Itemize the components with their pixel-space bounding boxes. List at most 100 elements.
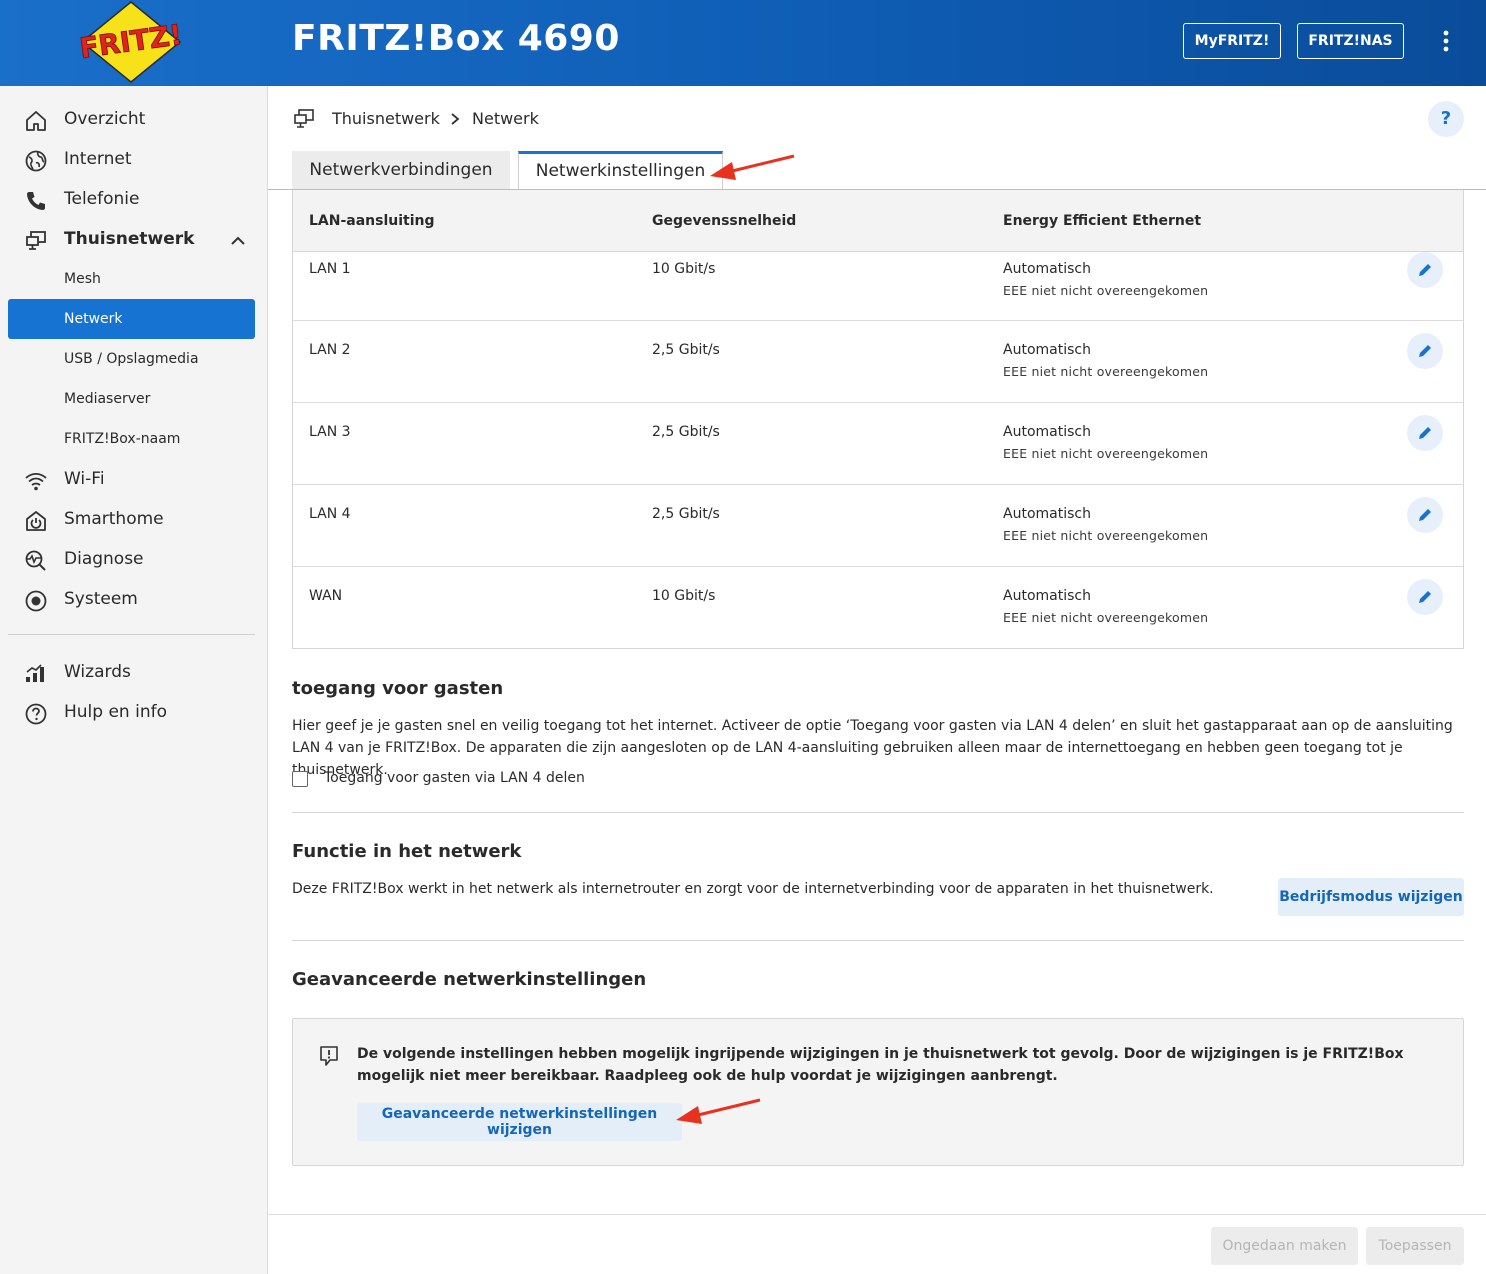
sidebar-item-telefonie[interactable]: Telefonie (0, 179, 268, 219)
eee-status-cell: EEE niet nicht overeengekomen (1003, 528, 1209, 543)
eee-status-cell: EEE niet nicht overeengekomen (1003, 446, 1209, 461)
port-cell: LAN 2 (309, 342, 351, 358)
sidebar-item-label: Thuisnetwerk (64, 229, 195, 249)
pencil-icon (1419, 264, 1431, 276)
column-header: Energy Efficient Ethernet (1003, 213, 1202, 229)
network-icon (26, 231, 46, 250)
table-row: WAN 10 Gbit/s Automatisch EEE niet nicht… (293, 567, 1463, 649)
eee-status-cell: EEE niet nicht overeengekomen (1003, 283, 1209, 298)
sidebar-item-label: Wi-Fi (64, 469, 105, 489)
sidebar-item-label: Telefonie (64, 189, 140, 209)
table-row: LAN 1 10 Gbit/s Automatisch EEE niet nic… (293, 252, 1463, 321)
edit-button[interactable] (1407, 252, 1443, 288)
sidebar-item-hulp[interactable]: Hulp en info (0, 692, 268, 732)
phone-icon (27, 192, 45, 210)
guest-section-title: toegang voor gasten (292, 678, 504, 699)
more-menu-icon[interactable] (1434, 28, 1458, 54)
tab-netwerkverbindingen[interactable]: Netwerkverbindingen (292, 151, 510, 189)
eee-status-cell: EEE niet nicht overeengekomen (1003, 610, 1209, 625)
column-header: Gegevenssnelheid (652, 213, 797, 229)
sidebar-item-systeem[interactable]: Systeem (0, 579, 268, 619)
chevron-right-icon (451, 113, 460, 125)
sidebar-item-label: Wizards (64, 662, 131, 682)
sidebar-item-overzicht[interactable]: Overzicht (0, 99, 268, 139)
sidebar: Overzicht Internet Telefonie Thuisnetwer… (0, 86, 268, 1274)
section-divider (292, 940, 1464, 941)
table-row: LAN 3 2,5 Gbit/s Automatisch EEE niet ni… (293, 403, 1463, 485)
sidebar-subitem-label: USB / Opslagmedia (64, 351, 199, 367)
change-mode-button[interactable]: Bedrijfsmodus wijzigen (1278, 878, 1464, 916)
sidebar-item-label: Systeem (64, 589, 138, 609)
sidebar-subitem-usb[interactable]: USB / Opslagmedia (8, 339, 255, 379)
sidebar-subitem-netwerk[interactable]: Netwerk (8, 299, 255, 339)
port-cell: WAN (309, 588, 343, 604)
lan-table: LAN-aansluiting Gegevenssnelheid Energy … (292, 190, 1464, 649)
sidebar-item-label: Smarthome (64, 509, 164, 529)
sidebar-item-label: Overzicht (64, 109, 146, 129)
pencil-icon (1419, 427, 1431, 439)
sidebar-subitem-label: Netwerk (64, 311, 123, 327)
speed-cell: 2,5 Gbit/s (652, 506, 720, 522)
edit-button[interactable] (1407, 579, 1443, 615)
table-row: LAN 2 2,5 Gbit/s Automatisch EEE niet ni… (293, 321, 1463, 403)
tab-netwerkinstellingen[interactable]: Netwerkinstellingen (518, 151, 723, 189)
edit-button[interactable] (1407, 415, 1443, 451)
warning-icon (320, 1046, 338, 1066)
guest-lan4-checkbox[interactable] (292, 771, 308, 787)
sidebar-item-smarthome[interactable]: Smarthome (0, 499, 268, 539)
annotation-arrow-icon (676, 1098, 761, 1124)
pencil-icon (1419, 345, 1431, 357)
smarthome-icon (26, 511, 46, 531)
sidebar-item-label: Hulp en info (64, 702, 167, 722)
sidebar-item-wizards[interactable]: Wizards (0, 652, 268, 692)
sidebar-subitem-label: Mesh (64, 271, 101, 287)
function-description: Deze FRITZ!Box werkt in het netwerk als … (292, 881, 1214, 897)
diagnose-icon (25, 550, 46, 571)
wizards-icon (26, 664, 44, 682)
edit-button[interactable] (1407, 333, 1443, 369)
help-circle-icon (25, 703, 47, 725)
sidebar-subitem-mediaserver[interactable]: Mediaserver (8, 379, 255, 419)
sidebar-subitem-boxnaam[interactable]: FRITZ!Box-naam (8, 419, 255, 459)
help-button[interactable]: ? (1428, 101, 1464, 137)
warning-text: De volgende instellingen hebben mogelijk… (357, 1046, 1404, 1084)
sidebar-item-label: Internet (64, 149, 132, 169)
eee-cell: Automatisch (1003, 588, 1091, 604)
sidebar-item-thuisnetwerk[interactable]: Thuisnetwerk (0, 219, 268, 259)
annotation-arrow-icon (710, 154, 795, 180)
page-title: FRITZ!Box 4690 (292, 18, 620, 59)
sidebar-item-label: Diagnose (64, 549, 144, 569)
fritznas-button[interactable]: FRITZ!NAS (1297, 23, 1404, 59)
advanced-settings-button[interactable]: Geavanceerde netwerkinstellingen wijzige… (357, 1103, 682, 1141)
pencil-icon (1419, 509, 1431, 521)
fritz-logo[interactable]: FRITZ! (76, 0, 186, 84)
myfritz-button[interactable]: MyFRITZ! (1183, 23, 1281, 59)
speed-cell: 10 Gbit/s (652, 588, 716, 604)
sidebar-item-internet[interactable]: Internet (0, 139, 268, 179)
sidebar-divider (8, 634, 255, 635)
system-icon (25, 590, 47, 612)
edit-button[interactable] (1407, 497, 1443, 533)
guest-lan4-label[interactable]: Toegang voor gasten via LAN 4 delen (324, 770, 585, 786)
table-row: LAN 4 2,5 Gbit/s Automatisch EEE niet ni… (293, 485, 1463, 567)
table-header: LAN-aansluiting Gegevenssnelheid Energy … (293, 190, 1463, 252)
undo-button[interactable]: Ongedaan maken (1211, 1227, 1358, 1265)
apply-button[interactable]: Toepassen (1366, 1227, 1464, 1265)
port-cell: LAN 3 (309, 424, 351, 440)
chevron-up-icon[interactable] (228, 231, 248, 251)
sidebar-subitem-mesh[interactable]: Mesh (8, 259, 255, 299)
section-divider (292, 812, 1464, 813)
port-cell: LAN 1 (309, 261, 351, 277)
sidebar-item-diagnose[interactable]: Diagnose (0, 539, 268, 579)
app-header: FRITZ! FRITZ!Box 4690 MyFRITZ! FRITZ!NAS (0, 0, 1486, 86)
warning-box: De volgende instellingen hebben mogelijk… (292, 1018, 1464, 1166)
wifi-icon (25, 472, 47, 491)
speed-cell: 10 Gbit/s (652, 261, 716, 277)
eee-cell: Automatisch (1003, 506, 1091, 522)
globe-icon (25, 150, 47, 172)
footer-divider (268, 1214, 1486, 1215)
sidebar-item-wifi[interactable]: Wi-Fi (0, 459, 268, 499)
breadcrumb-current: Netwerk (472, 109, 539, 128)
eee-cell: Automatisch (1003, 424, 1091, 440)
breadcrumb-parent[interactable]: Thuisnetwerk (332, 109, 440, 128)
